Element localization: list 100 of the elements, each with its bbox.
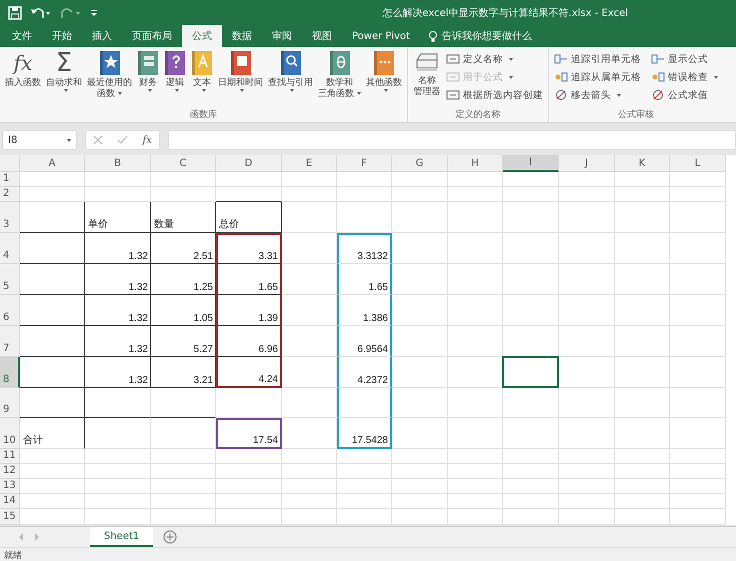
ribbon-button[interactable]: Σ 自动求和: [44, 49, 84, 108]
table-cell: [20, 172, 85, 187]
table-cell: [392, 172, 448, 187]
ribbon-button[interactable]: 显示公式: [649, 51, 720, 67]
table-cell: 6.96: [216, 326, 282, 357]
column-header[interactable]: J: [559, 155, 615, 172]
column-header[interactable]: H: [448, 155, 503, 172]
ribbon-button[interactable]: 日期和时间: [216, 49, 265, 108]
ribbon-tab[interactable]: 插入: [82, 25, 122, 47]
table-cell: [392, 202, 448, 233]
cancel-icon[interactable]: [93, 135, 104, 145]
column-header[interactable]: K: [615, 155, 670, 172]
row-header[interactable]: 6: [0, 295, 20, 326]
save-icon[interactable]: [8, 6, 22, 20]
row-header[interactable]: 10: [0, 418, 20, 449]
row-header[interactable]: 5: [0, 264, 20, 295]
table-cell: [85, 388, 151, 418]
row-header[interactable]: 1: [0, 172, 20, 187]
table-cell: 5.27: [151, 326, 216, 357]
name-manager-button[interactable]: 名称 管理器: [411, 49, 443, 108]
ribbon-button[interactable]: 追踪引用单元格: [552, 51, 643, 67]
redo-icon[interactable]: [60, 6, 82, 20]
book-icon: [191, 50, 213, 76]
table-cell: [503, 479, 559, 494]
table-cell: [20, 479, 85, 494]
scroll-left-icon[interactable]: [18, 533, 24, 541]
ribbon-tab[interactable]: 文件: [2, 25, 42, 47]
formula-input[interactable]: [168, 130, 736, 150]
ribbon-button[interactable]: 错误检查: [649, 69, 720, 85]
name-box[interactable]: I8: [2, 130, 77, 150]
column-header[interactable]: F: [337, 155, 392, 172]
row-header[interactable]: 3: [0, 202, 20, 233]
table-cell: [392, 494, 448, 509]
table-cell: [20, 357, 85, 388]
sheet-tab[interactable]: Sheet1: [90, 527, 154, 547]
column-header[interactable]: A: [20, 155, 85, 172]
ribbon-button[interactable]: 根据所选内容创建: [444, 87, 545, 103]
row-header[interactable]: 8: [0, 357, 20, 388]
table-cell: [448, 326, 503, 357]
ribbon-button[interactable]: fx 插入函数: [3, 49, 43, 108]
table-cell: [216, 509, 282, 525]
ribbon-button[interactable]: 查找与引用: [266, 49, 315, 108]
ribbon-tab[interactable]: 公式: [182, 25, 222, 47]
ribbon-button[interactable]: 移去箭头: [552, 87, 643, 103]
row-header[interactable]: 2: [0, 187, 20, 202]
column-header[interactable]: C: [151, 155, 216, 172]
table-cell: [216, 449, 282, 464]
check-icon[interactable]: [117, 135, 128, 145]
ribbon-tab[interactable]: 页面布局: [122, 25, 182, 47]
ribbon-button[interactable]: 文本: [189, 49, 215, 108]
column-header[interactable]: D: [216, 155, 282, 172]
table-cell: [559, 388, 615, 418]
ribbon-button[interactable]: 追踪从属单元格: [552, 69, 643, 85]
ribbon-button[interactable]: 最近使用的 函数: [85, 49, 134, 108]
ribbon-tab[interactable]: 开始: [42, 25, 82, 47]
row-header[interactable]: 14: [0, 494, 20, 509]
tell-me-search[interactable]: 告诉我你想要做什么: [420, 25, 540, 47]
table-cell: [392, 418, 448, 449]
row-header[interactable]: 4: [0, 233, 20, 264]
column-header[interactable]: E: [282, 155, 337, 172]
column-header[interactable]: G: [392, 155, 448, 172]
column-header[interactable]: B: [85, 155, 151, 172]
ribbon-button[interactable]: 逻辑: [162, 49, 188, 108]
ribbon-button[interactable]: 定义名称: [444, 51, 545, 67]
row-header[interactable]: 15: [0, 509, 20, 525]
row-header[interactable]: 13: [0, 479, 20, 494]
row-header[interactable]: 12: [0, 464, 20, 479]
scroll-right-icon[interactable]: [34, 533, 40, 541]
ribbon-tab[interactable]: Power Pivot: [342, 25, 420, 47]
table-cell: [282, 388, 337, 418]
ribbon-tab[interactable]: 数据: [222, 25, 262, 47]
table-cell: [337, 202, 392, 233]
ribbon-button[interactable]: 财务: [135, 49, 161, 108]
table-cell: [615, 357, 670, 388]
ribbon-tab[interactable]: 视图: [302, 25, 342, 47]
select-all-corner[interactable]: [0, 155, 20, 172]
table-cell: 1.25: [151, 264, 216, 295]
table-cell: [216, 388, 282, 418]
insert-function-button[interactable]: fx: [142, 134, 152, 146]
table-cell: [615, 264, 670, 295]
table-cell: [448, 388, 503, 418]
row-header[interactable]: 9: [0, 388, 20, 418]
ribbon-tab[interactable]: 审阅: [262, 25, 302, 47]
row-header[interactable]: 11: [0, 449, 20, 464]
add-sheet-icon[interactable]: [163, 530, 178, 544]
table-cell: [615, 479, 670, 494]
column-header[interactable]: I: [503, 155, 559, 172]
undo-icon[interactable]: [30, 6, 52, 20]
table-cell: [151, 172, 216, 187]
column-header[interactable]: L: [670, 155, 726, 172]
book-icon: [137, 50, 159, 76]
ribbon-button[interactable]: 其他函数: [364, 49, 404, 108]
audit-icon: [554, 89, 568, 101]
table-cell: [670, 449, 726, 464]
table-cell: [337, 187, 392, 202]
ribbon-button[interactable]: 数学和 三角函数: [316, 49, 363, 108]
table-cell: [503, 449, 559, 464]
customize-icon[interactable]: [90, 8, 98, 18]
row-header[interactable]: 7: [0, 326, 20, 357]
ribbon-button[interactable]: 公式求值: [649, 87, 720, 103]
